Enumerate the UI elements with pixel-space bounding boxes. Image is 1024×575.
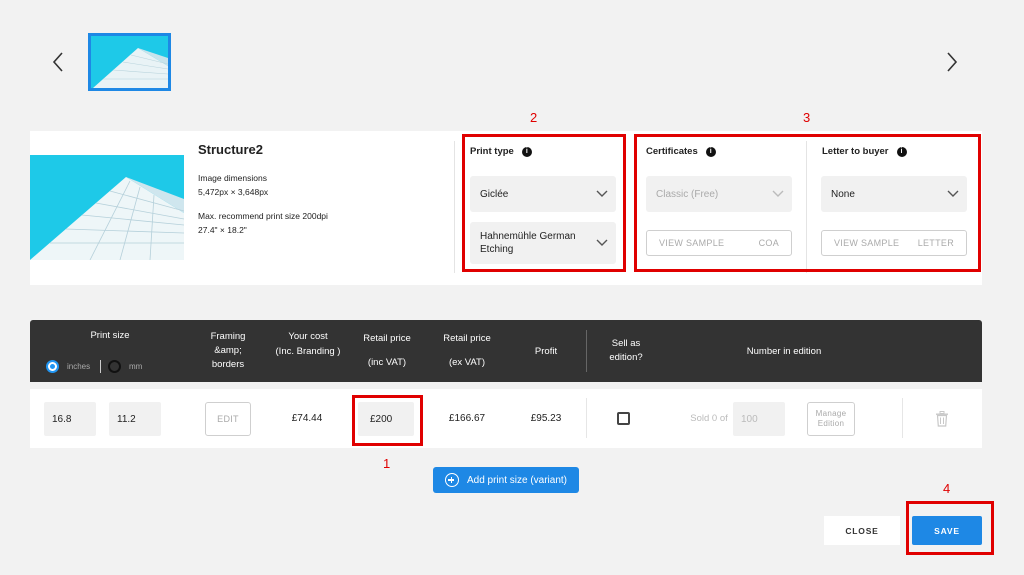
artwork-title: Structure2 [198, 142, 264, 157]
manage-edition-label: Manage Edition [815, 409, 847, 428]
annotation-label-2: 2 [530, 110, 538, 125]
print-height-input[interactable]: 11.2 [109, 402, 161, 436]
annotation-box-4 [906, 501, 994, 555]
header-print-size: Print size [90, 330, 130, 341]
edit-label: EDIT [217, 414, 239, 424]
edition-size-input[interactable]: 100 [733, 402, 785, 436]
annotation-label-4: 4 [943, 481, 951, 496]
print-width-input[interactable]: 16.8 [44, 402, 96, 436]
retail-ex-vat-value: £166.67 [448, 413, 486, 424]
unit-mm-radio[interactable] [108, 360, 121, 373]
header-retail-ex-vat: Retail price (ex VAT) [443, 333, 491, 368]
artwork-info: Structure2 Image dimensions 5,472px × 3,… [198, 142, 448, 237]
profit-value: £95.23 [530, 413, 562, 424]
unit-inches-radio[interactable] [46, 360, 59, 373]
max-print-label: Max. recommend print size 200dpi [198, 211, 328, 221]
unit-mm-label: mm [129, 362, 143, 371]
header-framing: Framing &amp; borders [210, 331, 246, 370]
annotation-label-1: 1 [383, 456, 391, 471]
dimensions-value: 5,472px × 3,648px [198, 187, 269, 197]
unit-inches-label: inches [67, 362, 91, 371]
annotation-box-3 [634, 134, 981, 272]
your-cost-value: £74.44 [291, 413, 323, 424]
header-retail-inc-vat: Retail price (inc VAT) [363, 333, 411, 368]
artwork-image [30, 155, 184, 260]
add-print-size-button[interactable]: Add print size (variant) [433, 467, 579, 493]
annotation-box-1 [352, 395, 423, 446]
artwork-thumbnail[interactable] [88, 33, 171, 91]
annotation-label-3: 3 [803, 110, 811, 125]
close-button[interactable]: CLOSE [824, 516, 900, 545]
divider [454, 141, 455, 273]
row-divider [586, 398, 587, 438]
add-print-size-label: Add print size (variant) [466, 474, 568, 486]
edit-framing-button[interactable]: EDIT [205, 402, 251, 436]
row-divider [902, 398, 903, 438]
manage-edition-button[interactable]: Manage Edition [807, 402, 855, 436]
annotation-box-2 [462, 134, 626, 272]
header-profit: Profit [534, 346, 558, 357]
header-sell-as-edition: Sell as edition? [609, 338, 643, 363]
previous-arrow-icon[interactable] [44, 48, 72, 76]
unit-divider [100, 360, 101, 373]
header-your-cost: Your cost (Inc. Branding ) [275, 331, 341, 357]
sell-as-edition-checkbox[interactable] [617, 412, 630, 425]
plus-circle-icon [444, 473, 459, 487]
next-arrow-icon[interactable] [938, 48, 966, 76]
dimensions-label: Image dimensions [198, 173, 267, 183]
header-number-in-edition: Number in edition [746, 346, 822, 357]
max-print-size: 27.4" × 18.2" [198, 225, 247, 235]
sold-of-label: Sold 0 of [690, 413, 728, 424]
header-divider [586, 330, 587, 372]
trash-icon[interactable] [935, 411, 949, 427]
